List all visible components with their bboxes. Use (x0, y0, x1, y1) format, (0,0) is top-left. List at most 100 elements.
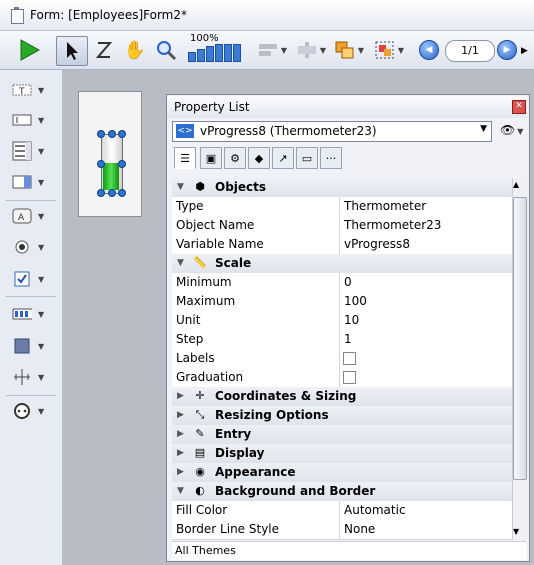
property-row[interactable]: Variable Name vProgress8 (172, 235, 512, 255)
property-value[interactable]: Thermometer23 (344, 218, 441, 232)
property-row[interactable]: Unit 10 (172, 311, 512, 331)
property-row[interactable]: Step 1 (172, 330, 512, 350)
expanded-triangle-icon[interactable]: ▼ (177, 258, 184, 268)
palette-input-tool[interactable]: ▼ (12, 109, 54, 131)
property-row[interactable]: Minimum 0 (172, 273, 512, 293)
hand-tool-button[interactable]: ✋ (122, 36, 148, 64)
selection-handle[interactable] (97, 189, 105, 197)
property-value[interactable]: 0 (344, 275, 352, 289)
category-row[interactable]: ▶ ◉ Appearance (172, 463, 512, 483)
collapsed-triangle-icon[interactable]: ▶ (177, 467, 184, 477)
palette-divider (6, 296, 56, 297)
category-row[interactable]: ▶ ✎ Entry (172, 425, 512, 445)
distribute-menu-button[interactable]: ▼ (294, 36, 328, 64)
scroll-down-arrow-icon[interactable]: ▼ (513, 527, 519, 536)
svg-text:T: T (18, 87, 25, 96)
category-row[interactable]: ▶ ✛ Coordinates & Sizing (172, 387, 512, 407)
selection-handle[interactable] (108, 189, 116, 197)
property-checkbox[interactable] (343, 352, 356, 365)
selection-handle[interactable] (118, 189, 126, 197)
ruler-icon: 📏 (193, 256, 207, 269)
property-row[interactable]: Fill Color Automatic (172, 501, 512, 521)
expanded-triangle-icon[interactable]: ▼ (177, 182, 184, 192)
selection-handle[interactable] (108, 130, 116, 138)
toolbar-overflow-caret[interactable]: ▶ (521, 46, 528, 56)
property-value[interactable]: Thermometer (344, 199, 426, 213)
collapsed-triangle-icon[interactable]: ▶ (177, 391, 184, 401)
category-row[interactable]: ▼ ◐ Background and Border (172, 482, 512, 502)
palette-list-tool[interactable]: ▼ (12, 140, 54, 162)
palette-radio-tool[interactable]: ▼ (12, 236, 54, 258)
entry-order-button[interactable] (92, 36, 116, 64)
layers-icon (335, 41, 354, 59)
column-divider (339, 311, 340, 330)
palette-text-tool[interactable]: T ▼ (12, 79, 54, 101)
property-row[interactable]: Labels (172, 349, 512, 369)
tab-graph[interactable]: ↗ (272, 147, 294, 169)
chevron-down-icon: ▼ (38, 211, 45, 221)
property-row[interactable]: Object Name Thermometer23 (172, 216, 512, 236)
palette-rectangle-tool[interactable]: ▼ (12, 335, 54, 357)
palette-indicator-tool[interactable]: ▼ (12, 303, 54, 325)
resize-icon: ⤡ (195, 408, 205, 421)
graph-icon: ↗ (278, 151, 288, 165)
zoom-tool-button[interactable] (152, 36, 180, 64)
palette-splitter-tool[interactable]: ▼ (12, 366, 54, 388)
expanded-triangle-icon[interactable]: ▼ (177, 486, 184, 496)
theme-filter-bar[interactable]: All Themes (172, 541, 526, 560)
group-menu-button[interactable]: ▼ (370, 36, 408, 64)
selection-handle[interactable] (97, 160, 105, 168)
collapsed-triangle-icon[interactable]: ▶ (177, 410, 184, 420)
property-checkbox[interactable] (343, 371, 356, 384)
property-value[interactable]: None (344, 522, 375, 536)
category-row[interactable]: ▶ ⤡ Resizing Options (172, 406, 512, 426)
selection-handle[interactable] (97, 130, 105, 138)
tab-properties[interactable]: ☰ (174, 147, 196, 169)
form-icon (11, 7, 24, 24)
category-row[interactable]: ▼ ⬢ Objects (172, 178, 512, 198)
previous-page-button[interactable]: ◀ (418, 36, 440, 64)
palette-checkbox-tool[interactable]: ▼ (12, 268, 54, 290)
previous-arrow-icon: ◀ (419, 40, 439, 60)
run-button[interactable] (14, 36, 44, 64)
property-value[interactable]: 10 (344, 313, 359, 327)
property-row[interactable]: Border Line Style None (172, 520, 512, 540)
object-selector-dropdown[interactable]: <> vProgress8 (Thermometer23) ▼ (172, 121, 492, 142)
property-row[interactable]: Maximum 100 (172, 292, 512, 312)
tab-hierarchy[interactable]: ◆ (248, 147, 270, 169)
splitter-icon (12, 369, 32, 385)
collapsed-triangle-icon[interactable]: ▶ (177, 429, 184, 439)
align-menu-button[interactable]: ▼ (254, 36, 290, 64)
property-row[interactable]: Type Thermometer (172, 197, 512, 217)
palette-button-tool[interactable]: A ▼ (12, 205, 54, 227)
scrollbar-thumb[interactable] (513, 197, 527, 480)
palette-dropdown-tool[interactable]: ▼ (12, 171, 54, 193)
category-row[interactable]: ▶ ▤ Display (172, 444, 512, 464)
zoom-level-control[interactable] (188, 44, 242, 62)
tab-display[interactable]: ▭ (296, 147, 318, 169)
property-value[interactable]: vProgress8 (344, 237, 410, 251)
property-value[interactable]: Automatic (344, 503, 406, 517)
selection-handle[interactable] (118, 130, 126, 138)
scroll-up-arrow-icon[interactable]: ▲ (513, 180, 519, 189)
property-row[interactable]: Graduation (172, 368, 512, 388)
selection-handle[interactable] (118, 160, 126, 168)
column-divider (339, 235, 340, 254)
property-name: Unit (176, 313, 201, 327)
next-page-button[interactable]: ▶ (496, 36, 518, 64)
display-icon: ▤ (194, 446, 206, 459)
property-value[interactable]: 100 (344, 294, 367, 308)
close-icon[interactable]: ✕ (512, 100, 526, 114)
tab-more[interactable]: ··· (320, 147, 342, 169)
tab-objects[interactable]: ▣ (200, 147, 222, 169)
select-tool-button[interactable] (56, 36, 88, 66)
text-icon: T (12, 82, 32, 98)
view-options-button[interactable]: 👁 ▼ (500, 123, 523, 137)
collapsed-triangle-icon[interactable]: ▶ (177, 448, 184, 458)
palette-plugin-tool[interactable]: ▼ (12, 400, 54, 422)
category-row[interactable]: ▼ 📏 Scale (172, 254, 512, 274)
pointer-arrow-icon (67, 42, 78, 60)
property-value[interactable]: 1 (344, 332, 352, 346)
layer-menu-button[interactable]: ▼ (331, 36, 367, 64)
tab-settings[interactable]: ⚙ (224, 147, 246, 169)
